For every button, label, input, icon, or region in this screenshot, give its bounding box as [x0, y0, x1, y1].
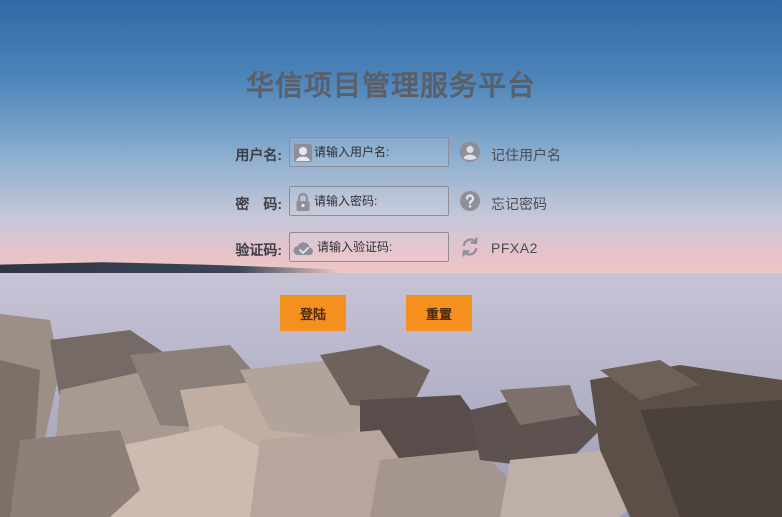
username-input[interactable]: [314, 141, 442, 163]
login-button[interactable]: 登陆: [280, 295, 346, 331]
username-field[interactable]: [289, 137, 449, 167]
cloud-check-icon: [292, 238, 316, 258]
password-label: 密 码:: [235, 196, 282, 212]
user-icon: [293, 143, 313, 163]
password-input[interactable]: [314, 190, 442, 212]
question-circle-icon: [459, 190, 481, 212]
password-field[interactable]: [289, 186, 449, 216]
captcha-field[interactable]: [289, 232, 449, 262]
username-row: 用户名: 记住用户名: [0, 137, 782, 169]
password-row: 密 码: 忘记密码: [0, 186, 782, 218]
remember-username-link[interactable]: 记住用户名: [491, 145, 561, 165]
reset-button[interactable]: 重置: [406, 295, 472, 331]
refresh-icon[interactable]: [459, 236, 481, 258]
forgot-password-link[interactable]: 忘记密码: [491, 194, 547, 214]
captcha-row: 验证码: PFXA2: [0, 232, 782, 264]
rocks: [0, 314, 782, 517]
lock-icon: [293, 192, 313, 212]
avatar-circle-icon: [459, 141, 481, 163]
page-title: 华信项目管理服务平台: [245, 70, 536, 101]
captcha-label: 验证码:: [235, 242, 282, 258]
username-label: 用户名:: [235, 147, 282, 163]
captcha-input[interactable]: [317, 236, 445, 258]
captcha-code[interactable]: PFXA2: [491, 240, 538, 256]
